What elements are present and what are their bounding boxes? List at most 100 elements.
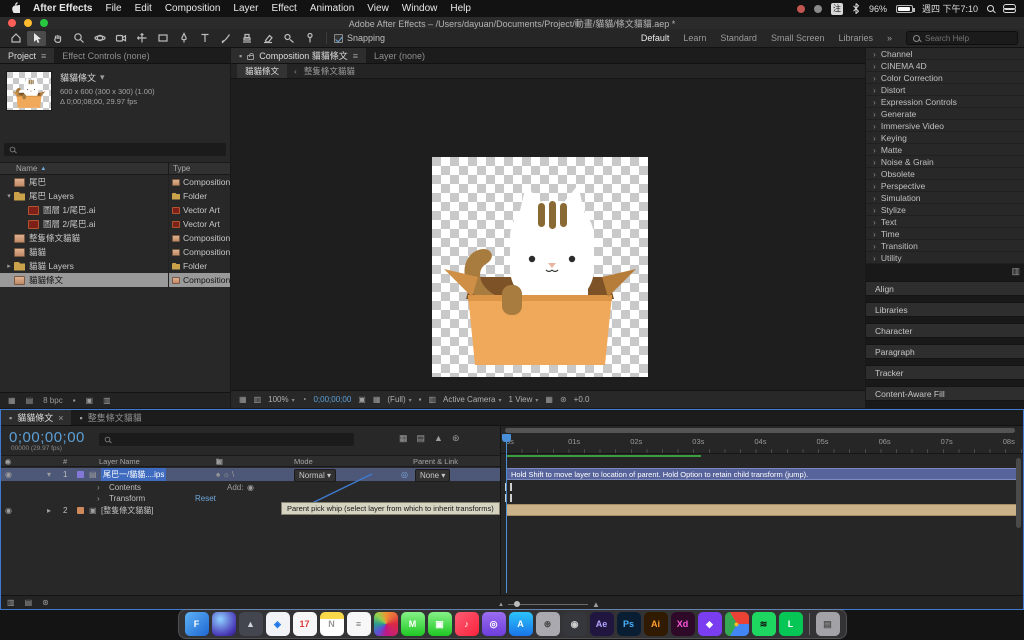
chevron-right-icon[interactable] <box>873 169 876 179</box>
chevron-right-icon[interactable] <box>873 73 876 83</box>
brush-tool[interactable] <box>216 31 235 46</box>
type-tool[interactable] <box>195 31 214 46</box>
roi-icon[interactable] <box>419 395 422 404</box>
workspace-item[interactable]: Libraries <box>838 33 873 43</box>
dock-app-icon[interactable]: ♪ <box>454 612 479 636</box>
project-flowchart-icon[interactable] <box>8 396 16 405</box>
dock-app-icon[interactable]: ◉ <box>562 612 587 636</box>
workspace-item[interactable]: Default <box>641 33 670 43</box>
apple-menu[interactable] <box>10 1 22 16</box>
effects-category-row[interactable]: Generate <box>866 108 1024 120</box>
dock-app-icon[interactable]: Xd <box>670 612 695 636</box>
project-search-box[interactable] <box>4 143 226 156</box>
composition-viewer[interactable] <box>231 79 865 390</box>
column-type-label[interactable]: Type <box>168 163 230 174</box>
layer1-duration-bar[interactable]: Hold Shift to move layer to location of … <box>506 468 1020 480</box>
panel-menu-icon[interactable] <box>41 51 46 61</box>
menubar-menu-item[interactable]: Animation <box>310 3 354 14</box>
chevron-right-icon[interactable] <box>873 241 876 251</box>
dock-app-icon[interactable]: ▣ <box>427 612 452 636</box>
menubar-menu-item[interactable]: Layer <box>233 3 258 14</box>
effects-category-row[interactable]: Noise & Grain <box>866 156 1024 168</box>
dock-app-icon[interactable]: Ae <box>589 612 614 636</box>
shape-tool[interactable] <box>153 31 172 46</box>
zoom-slider-track[interactable] <box>507 601 588 607</box>
project-row[interactable]: 整隻條文貓貓 Composition <box>0 231 230 245</box>
effects-category-row[interactable]: Obsolete <box>866 168 1024 180</box>
collapsed-panel-header[interactable]: Tracker <box>866 365 1024 380</box>
tab-project[interactable]: Project <box>0 48 55 63</box>
collapsed-panel-header[interactable]: Character <box>866 323 1024 338</box>
layer-name[interactable]: [整隻條文貓貓] <box>101 504 153 517</box>
project-row[interactable]: 貓貓條文 Composition <box>0 273 230 287</box>
orbit-camera-tool[interactable] <box>90 31 109 46</box>
bit-depth-label[interactable]: 8 bpc <box>43 396 63 405</box>
breadcrumb-parent[interactable]: 整隻條文貓貓 <box>304 65 355 77</box>
exposure-value[interactable]: +0.0 <box>574 395 590 404</box>
contents-row[interactable]: Contents Add: <box>1 481 500 492</box>
expand-layers-icon[interactable] <box>7 598 15 607</box>
collapsed-panel-header[interactable]: Content-Aware Fill <box>866 386 1024 401</box>
new-folder-icon[interactable] <box>73 396 76 405</box>
transparency-grid-icon[interactable] <box>428 395 436 404</box>
collapsed-panel-header[interactable]: Libraries <box>866 302 1024 317</box>
dock-app-icon[interactable]: Ps <box>616 612 641 636</box>
dock-app-icon[interactable]: L <box>778 612 803 636</box>
twirl-icon[interactable] <box>47 504 51 517</box>
roto-brush-tool[interactable] <box>279 31 298 46</box>
help-search-box[interactable] <box>906 31 1018 45</box>
resolution-dropdown[interactable]: (Full) <box>387 395 411 404</box>
twirl-icon[interactable]: ▸ <box>4 262 14 270</box>
dock-app-icon[interactable]: ◈ <box>265 612 290 636</box>
pan-behind-tool[interactable] <box>132 31 151 46</box>
dock-app-icon[interactable] <box>211 612 236 636</box>
camera-tool[interactable] <box>111 31 130 46</box>
dock-app-icon[interactable]: M <box>400 612 425 636</box>
dock-app-icon[interactable]: Ai <box>643 612 668 636</box>
zoom-out-icon[interactable] <box>498 602 504 608</box>
dock-trash-icon[interactable]: ▤ <box>815 612 840 636</box>
chevron-right-icon[interactable] <box>873 145 876 155</box>
breadcrumb-current[interactable]: 貓貓條文 <box>237 64 288 78</box>
help-search-input[interactable] <box>925 33 1005 43</box>
workspace-item[interactable]: Small Screen <box>771 33 825 43</box>
timeline-settings-icon[interactable] <box>452 433 460 444</box>
menubar-app-name[interactable]: After Effects <box>33 3 92 14</box>
workspace-overflow-icon[interactable]: » <box>887 33 892 43</box>
zoom-tool[interactable] <box>69 31 88 46</box>
zoom-slider-knob[interactable] <box>513 601 520 607</box>
tab-layer[interactable]: Layer (none) <box>366 48 433 63</box>
chevron-right-icon[interactable] <box>873 97 876 107</box>
effects-category-row[interactable]: Perspective <box>866 180 1024 192</box>
project-row[interactable]: 尾巴 Composition <box>0 175 230 189</box>
status-extra-icon[interactable] <box>813 4 822 13</box>
column-index-label[interactable]: # <box>63 456 67 468</box>
minimize-window-button[interactable] <box>24 19 32 27</box>
workspace-item[interactable]: Standard <box>720 33 757 43</box>
chevron-right-icon[interactable] <box>873 253 876 263</box>
spotlight-icon[interactable] <box>987 5 994 12</box>
effects-category-row[interactable]: Time <box>866 228 1024 240</box>
twirl-icon[interactable]: ▾ <box>4 192 14 200</box>
chevron-right-icon[interactable] <box>873 133 876 143</box>
layer-switches[interactable]: ♠ ☼ \ <box>216 468 234 481</box>
column-parent-label[interactable]: Parent & Link <box>413 456 458 468</box>
parent-pick-whip-icon[interactable] <box>401 468 408 481</box>
bluetooth-icon[interactable] <box>852 3 860 14</box>
selection-tool[interactable] <box>27 30 46 46</box>
effects-category-row[interactable]: Text <box>866 216 1024 228</box>
menubar-menu-item[interactable]: Help <box>450 3 471 14</box>
zoom-in-icon[interactable] <box>592 600 600 609</box>
view-layout-dropdown[interactable]: 1 View <box>509 395 539 404</box>
input-source-icon[interactable]: 注 <box>830 2 843 15</box>
project-item-thumbnail[interactable] <box>6 71 52 111</box>
pixel-aspect-icon[interactable] <box>545 395 553 404</box>
dock-app-icon[interactable]: ▲ <box>238 612 263 636</box>
camera-dropdown[interactable]: Active Camera <box>443 395 501 404</box>
timeline-search-input[interactable] <box>116 435 349 444</box>
project-row[interactable]: 圖層 1/尾巴.ai Vector Art <box>0 203 230 217</box>
timeline-scrollbar[interactable] <box>1016 458 1021 528</box>
snapshot-icon[interactable] <box>358 395 366 404</box>
workspace-item[interactable]: Learn <box>683 33 706 43</box>
timeline-track-area[interactable]: 0s 01s 02s 03s 04s 05s 06s 07s 08s Hold Shift to… <box>501 426 1023 609</box>
